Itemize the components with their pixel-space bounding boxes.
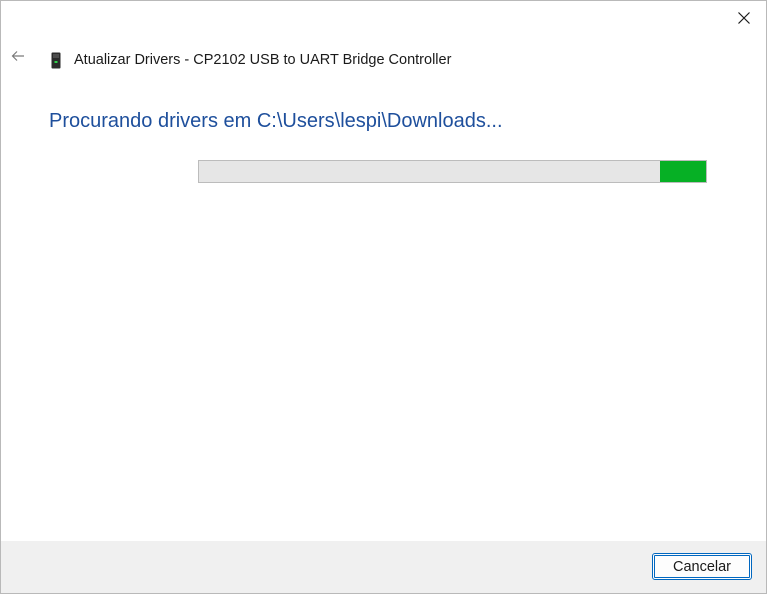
dialog-footer: Cancelar (1, 541, 766, 593)
searching-heading: Procurando drivers em C:\Users\lespi\Dow… (49, 110, 503, 132)
back-button[interactable] (7, 47, 29, 69)
dialog-header: Atualizar Drivers - CP2102 USB to UART B… (49, 49, 451, 71)
update-drivers-dialog: Atualizar Drivers - CP2102 USB to UART B… (0, 0, 767, 594)
progress-bar-indeterminate-chunk (660, 161, 706, 182)
dialog-title: Atualizar Drivers - CP2102 USB to UART B… (74, 52, 452, 68)
close-button[interactable] (722, 1, 766, 39)
close-icon (738, 11, 750, 29)
back-arrow-icon (11, 49, 25, 67)
usb-device-icon (49, 50, 63, 70)
progress-bar (198, 160, 707, 183)
cancel-button[interactable]: Cancelar (652, 553, 752, 580)
